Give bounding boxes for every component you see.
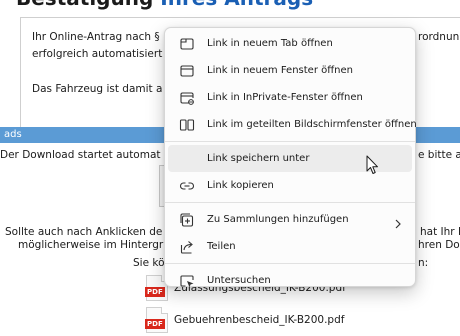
menu-item-open-split-screen[interactable]: Link im geteilten Bildschirmfenster öffn… xyxy=(168,111,417,138)
menu-separator xyxy=(165,141,415,142)
menu-item-open-new-tab[interactable]: Link in neuem Tab öffnen xyxy=(168,30,412,57)
chevron-right-icon xyxy=(394,214,402,233)
menu-item-open-new-window[interactable]: Link in neuem Fenster öffnen xyxy=(168,57,412,84)
pdf-file-icon: PDF xyxy=(145,307,168,333)
file-name[interactable]: Gebuehrenbescheid_IK-B200.pdf xyxy=(174,314,344,326)
notice-text: Sollte auch nach Anklicken de xyxy=(5,226,163,238)
paragraph-line: Ihr Online-Antrag nach § xyxy=(32,31,160,43)
share-icon xyxy=(179,239,195,255)
pdf-tag: PDF xyxy=(145,319,165,329)
notice-text-right: n: xyxy=(418,257,429,269)
menu-item-add-to-collections[interactable]: Zu Sammlungen hinzufügen xyxy=(168,206,412,233)
inspect-icon xyxy=(179,273,195,289)
menu-item-label: Link in neuem Fenster öffnen xyxy=(207,65,353,76)
paragraph-line: Das Fahrzeug ist damit a xyxy=(32,83,163,95)
menu-item-label: Link kopieren xyxy=(207,180,274,191)
menu-separator xyxy=(165,263,415,264)
page-heading: Bestätigung Ihres Antrags xyxy=(16,0,313,10)
menu-item-label: Link im geteilten Bildschirmfenster öffn… xyxy=(207,119,417,130)
file-link[interactable]: PDF Gebuehrenbescheid_IK-B200.pdf xyxy=(145,306,344,334)
mouse-cursor-icon xyxy=(366,155,380,179)
menu-item-label: Link in InPrivate-Fenster öffnen xyxy=(207,92,363,103)
link-icon xyxy=(179,178,195,194)
menu-item-label: Zu Sammlungen hinzufügen xyxy=(207,214,349,225)
new-window-icon xyxy=(179,63,195,79)
notice-text-right: hat Ihr B xyxy=(420,226,460,238)
pdf-tag: PDF xyxy=(145,287,165,297)
inprivate-window-icon xyxy=(179,90,195,106)
collections-icon xyxy=(179,212,195,228)
split-screen-icon xyxy=(179,117,195,133)
paragraph-line-right: rordnun xyxy=(418,31,460,43)
menu-item-label: Untersuchen xyxy=(207,275,271,286)
page-heading-prefix: Bestätigung xyxy=(16,0,153,10)
paragraph-line: erfolgreich automatisiert xyxy=(32,48,163,60)
menu-item-open-inprivate[interactable]: Link in InPrivate-Fenster öffnen xyxy=(168,84,412,111)
menu-item-label: Link speichern unter xyxy=(207,153,310,164)
new-tab-icon xyxy=(179,36,195,52)
notice-text: möglicherweise im Hintergr xyxy=(18,239,164,251)
page-heading-highlight: Ihres Antrags xyxy=(160,0,313,10)
download-info-text: Der Download startet automat xyxy=(0,149,161,161)
notice-text-right: hren Dov xyxy=(418,239,460,251)
download-info-text-right: e bitte a xyxy=(418,149,460,161)
menu-separator xyxy=(165,202,415,203)
menu-item-label: Teilen xyxy=(207,241,236,252)
menu-item-inspect[interactable]: Untersuchen xyxy=(168,267,412,294)
notice-text: Sie kö xyxy=(133,257,165,269)
menu-item-label: Link in neuem Tab öffnen xyxy=(207,38,333,49)
menu-item-share[interactable]: Teilen xyxy=(168,233,412,260)
